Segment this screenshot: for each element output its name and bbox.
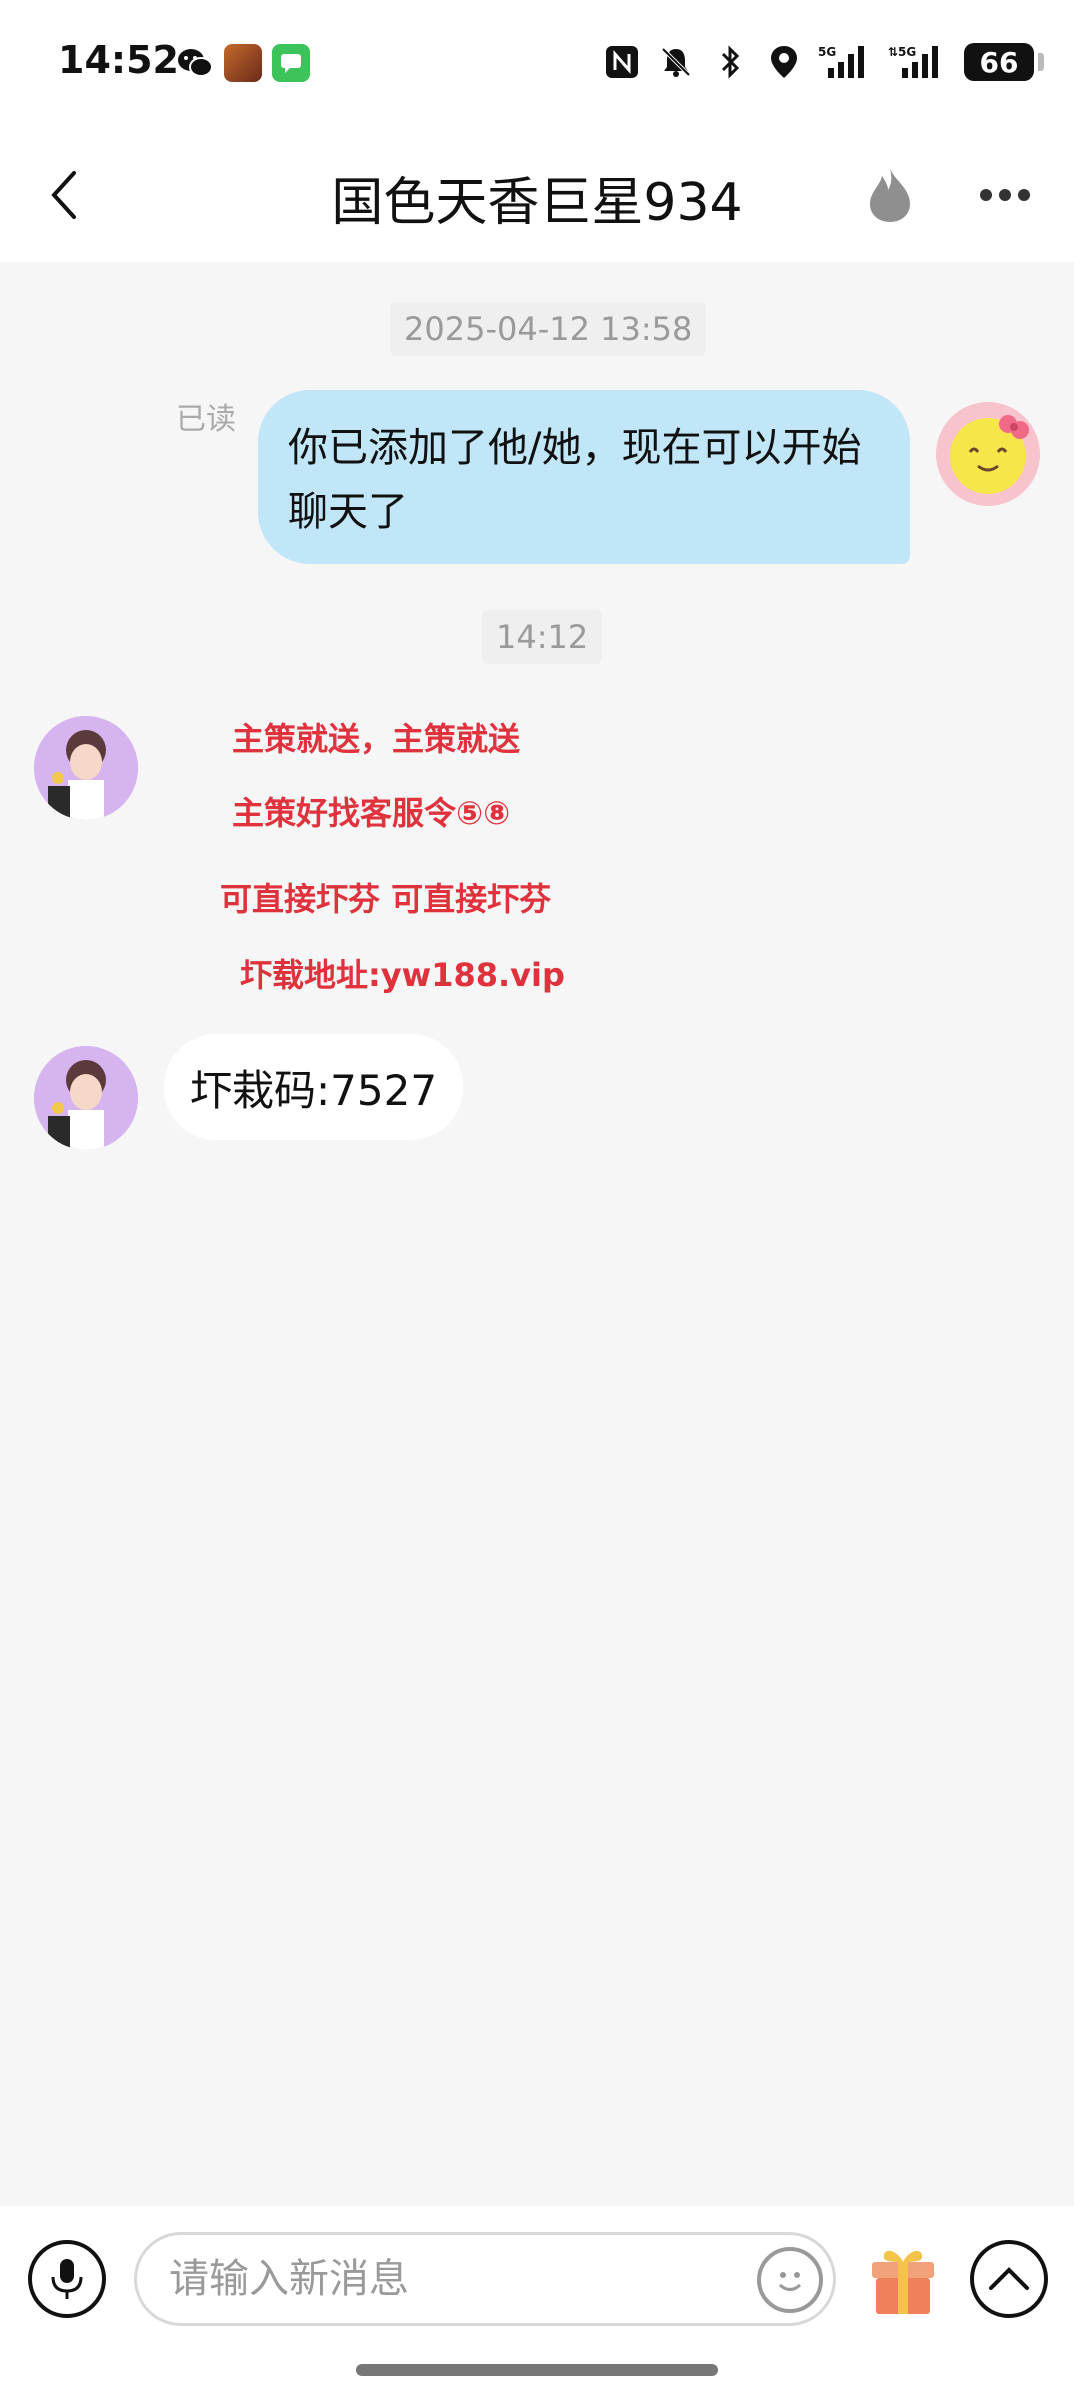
nfc-icon — [602, 42, 642, 82]
timestamp: 14:12 — [482, 610, 603, 664]
svg-text:5G: 5G — [818, 45, 836, 59]
bluetooth-icon — [710, 42, 750, 82]
microphone-icon[interactable] — [28, 2240, 106, 2318]
messages-app-icon — [272, 44, 310, 82]
home-indicator[interactable] — [356, 2364, 718, 2376]
battery-icon: 66 — [964, 43, 1044, 81]
signal-5g-icon: 5G — [818, 42, 874, 82]
game-app-icon — [224, 44, 262, 82]
more-dots-icon[interactable] — [970, 160, 1040, 230]
message-input[interactable] — [169, 2245, 729, 2313]
status-icons: 5G ⇅5G 66 — [602, 42, 1044, 82]
timestamp: 2025-04-12 13:58 — [390, 302, 707, 356]
svg-text:⇅5G: ⇅5G — [888, 45, 916, 59]
mute-bell-icon — [656, 42, 696, 82]
message-input-container — [134, 2232, 836, 2326]
outgoing-message-bubble[interactable]: 你已添加了他/她，现在可以开始聊天了 — [258, 390, 910, 564]
promo-line: 主策就送，主策就送 — [232, 720, 521, 758]
smiley-icon[interactable] — [757, 2247, 823, 2313]
my-avatar[interactable] — [936, 402, 1040, 506]
contact-avatar[interactable] — [34, 716, 138, 820]
read-receipt: 已读 — [176, 402, 236, 437]
promo-line: 圷载地址:yw188.vip — [240, 956, 565, 994]
flame-icon[interactable] — [860, 160, 920, 230]
incoming-message-bubble[interactable]: 圷栽码:7527 — [164, 1034, 464, 1140]
battery-level: 66 — [979, 45, 1019, 79]
location-icon — [764, 42, 804, 82]
wechat-icon — [176, 44, 214, 82]
promo-line: 主策好找客服令⑤⑧ — [232, 794, 511, 832]
promo-line: 可直接圷芬 可直接圷芬 — [220, 880, 552, 918]
chevron-up-icon[interactable] — [970, 2240, 1048, 2318]
chat-header: 国色天香巨星934 — [0, 130, 1074, 262]
status-bar: 14:52 5G ⇅5G 66 — [0, 0, 1074, 130]
gift-icon[interactable] — [868, 2240, 938, 2316]
status-time: 14:52 — [58, 38, 179, 82]
contact-avatar[interactable] — [34, 1046, 138, 1150]
signal-5g-icon: ⇅5G — [888, 42, 950, 82]
